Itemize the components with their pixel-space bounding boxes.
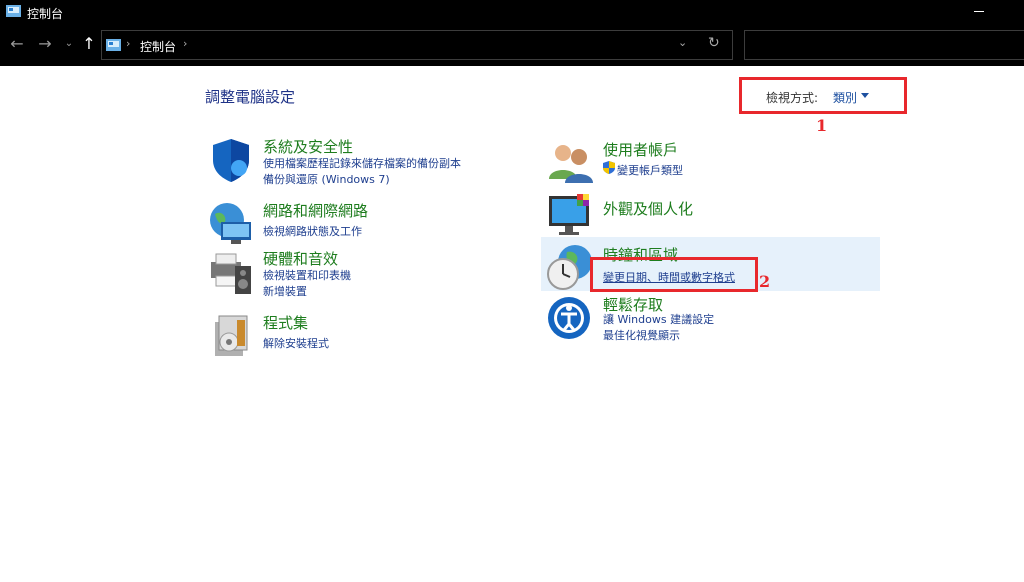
category-link[interactable]: 解除安裝程式: [263, 335, 329, 351]
security-shield-icon: [213, 139, 249, 182]
category-link[interactable]: 檢視網路狀態及工作: [263, 223, 362, 239]
minimize-button[interactable]: [974, 11, 984, 12]
annotation-box-1: [739, 77, 907, 114]
category-link[interactable]: 讓 Windows 建議設定: [603, 311, 714, 327]
back-arrow-icon[interactable]: ←: [6, 31, 28, 57]
category-link[interactable]: 使用檔案歷程記錄來儲存檔案的備份副本: [263, 155, 461, 171]
breadcrumb-control-panel[interactable]: 控制台: [140, 38, 176, 55]
users-icon: [549, 145, 593, 183]
window-title: 控制台: [27, 7, 64, 21]
annotation-marker-1: 1: [816, 116, 828, 135]
category-heading[interactable]: 系統及安全性: [263, 136, 353, 157]
control-panel-content: [3, 66, 1019, 582]
printer-speaker-icon: [211, 253, 251, 294]
clock-globe-icon: [547, 245, 592, 290]
category-heading[interactable]: 使用者帳戶: [603, 139, 678, 160]
category-link[interactable]: 備份與還原 (Windows 7): [263, 171, 390, 187]
ease-of-access-icon: [548, 297, 590, 339]
category-heading[interactable]: 外觀及個人化: [603, 198, 693, 219]
breadcrumb-separator: ›: [126, 37, 131, 50]
category-heading[interactable]: 網路和網際網路: [263, 200, 368, 221]
category-link[interactable]: 最佳化視覺顯示: [603, 327, 680, 343]
category-heading[interactable]: 程式集: [263, 312, 308, 333]
annotation-box-2: [590, 257, 758, 292]
appearance-monitor-icon: [549, 194, 589, 235]
breadcrumb-separator[interactable]: ›: [183, 37, 187, 50]
up-arrow-icon[interactable]: ↑: [78, 31, 100, 57]
uac-shield-icon: [603, 161, 615, 174]
category-link[interactable]: 新增裝置: [263, 283, 307, 299]
category-link[interactable]: 變更帳戶類型: [617, 162, 683, 178]
category-link[interactable]: 檢視裝置和印表機: [263, 267, 351, 283]
refresh-icon[interactable]: ↻: [708, 35, 720, 51]
category-heading[interactable]: 硬體和音效: [263, 248, 338, 269]
network-globe-icon: [210, 203, 251, 244]
search-input[interactable]: [744, 30, 1024, 60]
control-panel-icon: [6, 5, 21, 17]
control-panel-icon: [106, 39, 121, 51]
annotation-marker-2: 2: [759, 272, 771, 291]
title-bar: 控制台: [0, 0, 1024, 24]
address-dropdown-chevron-icon[interactable]: ⌄: [678, 36, 687, 49]
page-title: 調整電腦設定: [205, 88, 296, 106]
recent-locations-chevron-icon[interactable]: ⌄: [58, 31, 80, 57]
forward-arrow-icon[interactable]: →: [34, 31, 56, 57]
address-bar[interactable]: › 控制台 › ⌄ ↻: [101, 30, 733, 60]
programs-box-icon: [215, 315, 248, 356]
